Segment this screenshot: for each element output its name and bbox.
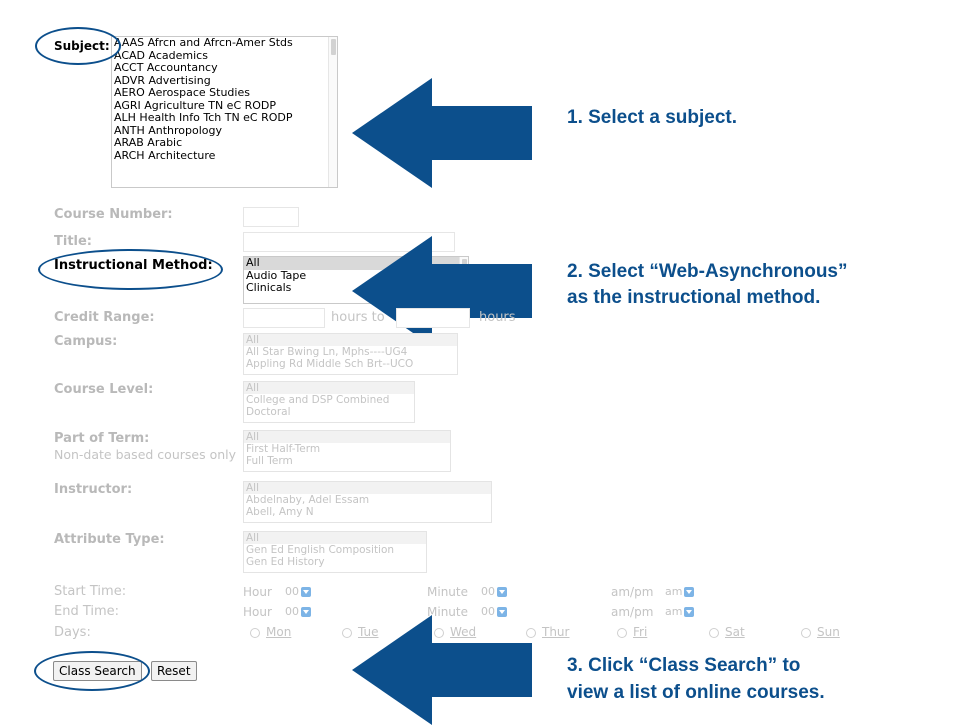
subject-option[interactable]: ALH Health Info Tch TN eC RODP	[112, 111, 337, 125]
end-time-label: End Time:	[54, 604, 120, 619]
end-hour-label: Hour	[243, 605, 272, 619]
day-checkbox-sat[interactable]: Sat	[709, 625, 745, 639]
attribute-type-label: Attribute Type:	[54, 532, 165, 547]
radio-icon	[250, 627, 260, 638]
credit-hours-to-text: hours to	[331, 310, 385, 325]
campus-option[interactable]: All	[244, 334, 457, 346]
start-hour-value: 00	[285, 585, 299, 598]
attribute-type-option[interactable]: Gen Ed History	[244, 556, 426, 568]
course-level-option[interactable]: College and DSP Combined	[244, 394, 414, 406]
start-minute-select[interactable]: 00	[481, 585, 507, 598]
campus-label: Campus:	[54, 334, 118, 349]
part-of-term-subtext: Non-date based courses only	[54, 447, 237, 462]
callout-step-2-line-1: 2. Select “Web-Asynchronous”	[567, 261, 848, 282]
end-hour-value: 00	[285, 605, 299, 618]
day-label: Thur	[542, 625, 570, 639]
arrow-left-icon	[352, 615, 532, 725]
part-of-term-label: Part of Term:	[54, 431, 150, 446]
attribute-type-listbox[interactable]: All Gen Ed English Composition Gen Ed Hi…	[243, 531, 427, 573]
credit-max-input[interactable]	[396, 308, 470, 328]
start-ampm-select[interactable]: am	[665, 585, 695, 598]
start-hour-label: Hour	[243, 585, 272, 599]
course-level-label: Course Level:	[54, 382, 154, 397]
search-highlight-ellipse	[34, 651, 150, 691]
attribute-type-option[interactable]: Gen Ed English Composition	[244, 544, 426, 556]
title-label: Title:	[54, 234, 93, 249]
subject-option[interactable]: ARCH Architecture	[112, 149, 337, 163]
end-ampm-select[interactable]: am	[665, 605, 695, 618]
day-label: Mon	[266, 625, 292, 639]
end-ampm-label: am/pm	[611, 605, 654, 619]
chevron-down-icon	[301, 587, 311, 597]
subject-scrollbar[interactable]	[328, 37, 337, 187]
day-label: Sun	[817, 625, 840, 639]
start-hour-select[interactable]: 00	[285, 585, 311, 598]
start-minute-label: Minute	[427, 585, 468, 599]
subject-highlight-ellipse	[35, 27, 121, 65]
chevron-down-icon	[684, 587, 695, 597]
start-ampm-value: am	[665, 585, 683, 598]
course-level-option[interactable]: All	[244, 382, 414, 394]
method-highlight-ellipse	[38, 249, 223, 290]
radio-icon	[342, 627, 352, 638]
instructor-listbox[interactable]: All Abdelnaby, Adel Essam Abell, Amy N	[243, 481, 492, 523]
arrow-left-icon	[352, 236, 532, 346]
day-checkbox-fri[interactable]: Fri	[617, 625, 647, 639]
start-time-label: Start Time:	[54, 584, 127, 599]
subject-listbox[interactable]: AAAS Afrcn and Afrcn-Amer Stds ACAD Acad…	[111, 36, 338, 188]
start-ampm-label: am/pm	[611, 585, 654, 599]
radio-icon	[709, 627, 719, 638]
day-checkbox-sun[interactable]: Sun	[801, 625, 840, 639]
campus-option[interactable]: All Star Bwing Ln, Mphs----UG4	[244, 346, 457, 358]
day-label: Sat	[725, 625, 745, 639]
day-label: Fri	[633, 625, 648, 639]
course-level-listbox[interactable]: All College and DSP Combined Doctoral	[243, 381, 415, 423]
part-of-term-option[interactable]: Full Term	[244, 455, 450, 467]
subject-option[interactable]: ACCT Accountancy	[112, 61, 337, 75]
callout-step-3-line-2: view a list of online courses.	[567, 682, 825, 703]
reset-button[interactable]: Reset	[151, 661, 197, 681]
course-number-input[interactable]	[243, 207, 299, 227]
day-checkbox-thur[interactable]: Thur	[526, 625, 569, 639]
subject-option[interactable]: ARAB Arabic	[112, 136, 337, 150]
callout-step-3-line-1: 3. Click “Class Search” to	[567, 655, 801, 676]
start-minute-value: 00	[481, 585, 495, 598]
campus-option[interactable]: Appling Rd Middle Sch Brt--UCO	[244, 358, 457, 370]
part-of-term-option[interactable]: First Half-Term	[244, 443, 450, 455]
instructor-option[interactable]: Abell, Amy N	[244, 506, 491, 518]
days-label: Days:	[54, 625, 91, 640]
part-of-term-option[interactable]: All	[244, 431, 450, 443]
course-level-option[interactable]: Doctoral	[244, 406, 414, 418]
course-number-label: Course Number:	[54, 207, 173, 222]
subject-option[interactable]: AERO Aerospace Studies	[112, 86, 337, 100]
radio-icon	[617, 627, 627, 638]
chevron-down-icon	[684, 607, 695, 617]
chevron-down-icon	[301, 607, 311, 617]
radio-icon	[801, 627, 811, 638]
part-of-term-listbox[interactable]: All First Half-Term Full Term	[243, 430, 451, 472]
day-checkbox-mon[interactable]: Mon	[250, 625, 291, 639]
arrow-left-icon	[352, 78, 532, 188]
instructor-option[interactable]: All	[244, 482, 491, 494]
subject-option[interactable]: AAAS Afrcn and Afrcn-Amer Stds	[112, 37, 337, 50]
instructor-label: Instructor:	[54, 482, 133, 497]
end-hour-select[interactable]: 00	[285, 605, 311, 618]
campus-listbox[interactable]: All All Star Bwing Ln, Mphs----UG4 Appli…	[243, 333, 458, 375]
callout-step-2-line-2: as the instructional method.	[567, 287, 821, 308]
instructor-option[interactable]: Abdelnaby, Adel Essam	[244, 494, 491, 506]
attribute-type-option[interactable]: All	[244, 532, 426, 544]
chevron-down-icon	[497, 587, 507, 597]
end-ampm-value: am	[665, 605, 683, 618]
credit-min-input[interactable]	[243, 308, 325, 328]
credit-range-label: Credit Range:	[54, 310, 155, 325]
callout-step-1: 1. Select a subject.	[567, 107, 738, 128]
credit-hours-text: hours	[479, 310, 516, 325]
